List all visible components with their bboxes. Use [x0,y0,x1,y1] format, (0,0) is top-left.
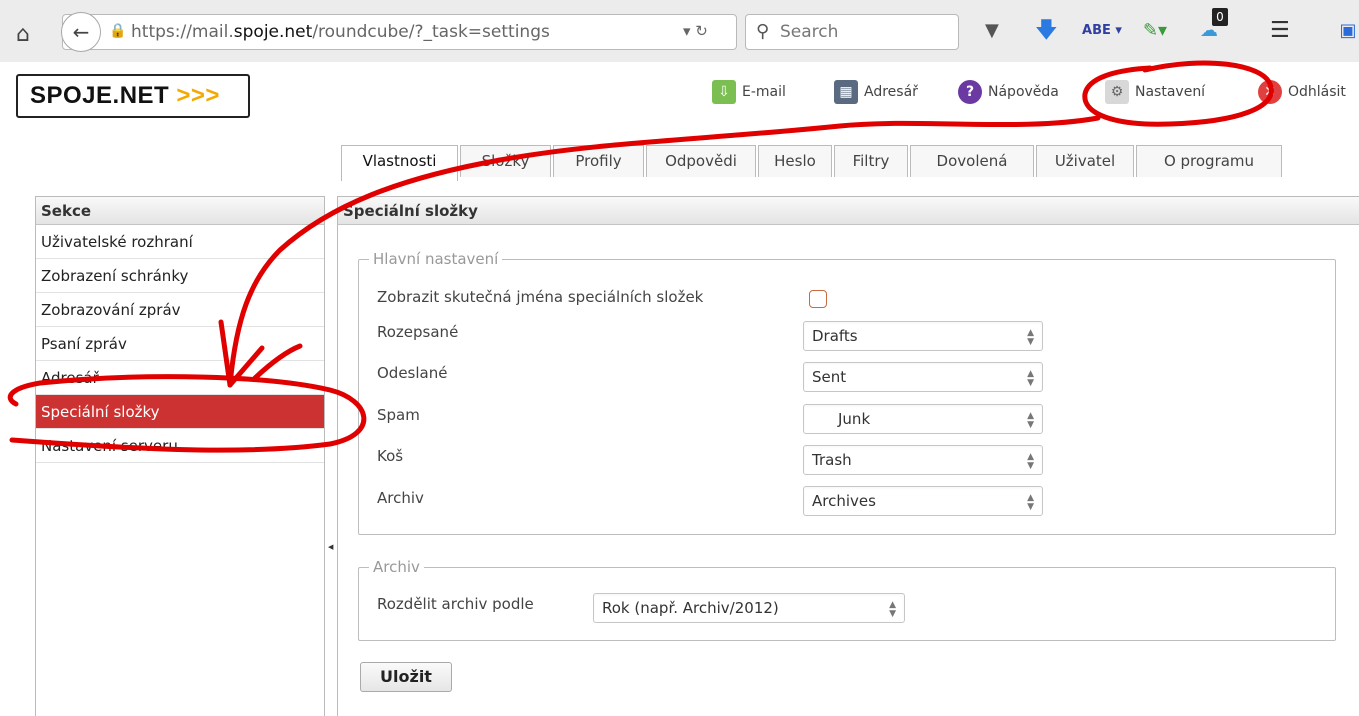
home-icon[interactable]: ⌂ [16,22,30,47]
tab-heslo[interactable]: Heslo [758,145,832,177]
main-settings-legend: Hlavní nastavení [369,250,503,268]
logout-icon: ✕ [1258,80,1282,104]
topnav-logout[interactable]: ✕ Odhlásit [1258,78,1346,106]
panel-title: Speciální složky [338,197,1359,225]
archive-legend: Archiv [369,558,424,576]
spam-label: Spam [377,406,420,424]
splitter-handle[interactable]: ◀ [328,543,333,551]
tab-o-programu[interactable]: O programu [1136,145,1282,177]
main-settings-fieldset: Hlavní nastavení Zobrazit skutečná jména… [358,250,1336,535]
topnav-settings[interactable]: ⚙ Nastavení [1105,78,1205,106]
url-text[interactable]: https://mail.spoje.net/roundcube/?_task=… [131,22,550,42]
search-input[interactable]: ⚲ Search [745,14,959,50]
sidebar-item-addressbook[interactable]: Adresář [36,361,324,395]
archive-split-label: Rozdělit archiv podle [377,595,534,613]
search-placeholder: Search [780,22,839,42]
sidebar-item-special-folders[interactable]: Speciální složky [36,395,324,429]
mail-download-icon: ⇩ [712,80,736,104]
topnav-addressbook[interactable]: ▦ Adresář [834,78,918,106]
sidebar-item-compose[interactable]: Psaní zpráv [36,327,324,361]
sidebar-item-server-settings[interactable]: Nastavení serveru [36,429,324,463]
tab-odpovedi[interactable]: Odpovědi [646,145,756,177]
sidebar-header: Sekce [36,197,324,225]
show-real-names-label: Zobrazit skutečná jména speciálních slož… [377,288,704,306]
drafts-label: Rozepsané [377,323,459,341]
topnav-email[interactable]: ⇩ E-mail [712,78,786,106]
select-arrows-icon: ▲ ▼ [1027,493,1034,512]
help-icon: ? [958,80,982,104]
select-arrows-icon: ▲ ▼ [1027,369,1034,388]
archive-split-select[interactable]: Rok (např. Archiv/2012) ▲ ▼ [593,593,905,623]
sent-select[interactable]: Sent ▲ ▼ [803,362,1043,392]
pocket-icon[interactable]: ▼ [985,16,999,46]
logo: SPOJE.NET >>> [16,74,250,118]
drafts-select[interactable]: Drafts ▲ ▼ [803,321,1043,351]
save-button[interactable]: Uložit [360,662,452,692]
settings-icon: ⚙ [1105,80,1129,104]
sent-label: Odeslané [377,364,448,382]
sections-sidebar: Sekce Uživatelské rozhraní Zobrazení sch… [35,196,325,716]
addon-icon[interactable]: ✎▾ [1135,16,1175,46]
sidebar-icon[interactable]: ▣ [1338,16,1358,46]
tab-profily[interactable]: Profily [553,145,644,177]
browser-toolbar: ⌂ ← 🔒 https://mail.spoje.net/roundcube/?… [0,0,1359,62]
sidebar-item-message-display[interactable]: Zobrazování zpráv [36,293,324,327]
reload-icon[interactable]: ▾ ↻ [683,22,708,40]
tab-slozky[interactable]: Složky [460,145,551,177]
archive-fieldset: Archiv Rozdělit archiv podle Rok (např. … [358,558,1336,641]
download-icon[interactable]: 🡇 [1035,16,1058,46]
spam-select[interactable]: Junk ▲ ▼ [803,404,1043,434]
select-arrows-icon: ▲ ▼ [889,600,896,619]
tab-vlastnosti[interactable]: Vlastnosti [341,145,458,181]
select-arrows-icon: ▲ ▼ [1027,328,1034,347]
address-bar[interactable]: ← 🔒 https://mail.spoje.net/roundcube/?_t… [61,12,737,52]
show-real-names-checkbox[interactable] [809,290,827,308]
tab-uzivatel[interactable]: Uživatel [1036,145,1134,177]
sidebar-item-user-interface[interactable]: Uživatelské rozhraní [36,225,324,259]
notification-badge: 0 [1212,8,1228,26]
tab-filtry[interactable]: Filtry [834,145,908,177]
lock-icon: 🔒 [109,23,127,39]
tab-dovolena[interactable]: Dovolená [910,145,1034,177]
adblock-icon[interactable]: ABE ▾ [1082,16,1122,46]
sidebar-item-mailbox-view[interactable]: Zobrazení schránky [36,259,324,293]
archive-select[interactable]: Archives ▲ ▼ [803,486,1043,516]
trash-select[interactable]: Trash ▲ ▼ [803,445,1043,475]
select-arrows-icon: ▲ ▼ [1027,411,1034,430]
search-icon: ⚲ [756,21,770,42]
select-arrows-icon: ▲ ▼ [1027,452,1034,471]
addressbook-icon: ▦ [834,80,858,104]
trash-label: Koš [377,447,404,465]
back-arrow-icon[interactable]: ← [61,12,101,52]
archive-label: Archiv [377,489,424,507]
topnav-help[interactable]: ? Nápověda [958,78,1059,106]
menu-icon[interactable]: ☰ [1270,16,1290,46]
settings-panel: Speciální složky Hlavní nastavení Zobraz… [337,196,1359,716]
